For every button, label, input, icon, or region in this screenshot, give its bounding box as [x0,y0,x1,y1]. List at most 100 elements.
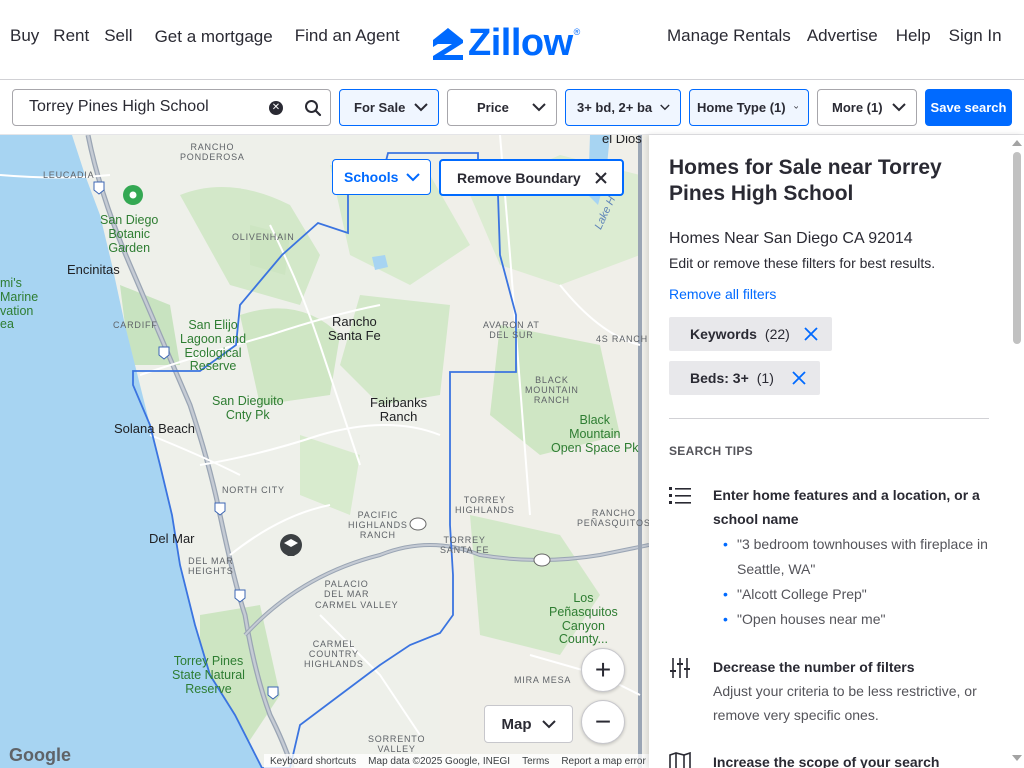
map-label-torrey-santa-fe: TORREY SANTA FE [440,535,490,555]
zoom-out-button[interactable]: − [581,700,625,744]
chevron-down-icon [660,104,670,111]
chevron-down-icon [793,106,798,109]
chevron-down-icon [406,172,421,181]
map-label-del-mar-heights: DEL MAR HEIGHTS [188,556,234,576]
save-search-button[interactable]: Save search [925,89,1012,126]
nav-sell[interactable]: Sell [104,26,132,46]
chip-label: Keywords [690,326,757,342]
schools-label: Schools [344,169,399,185]
zoom-in-button[interactable]: + [581,648,625,692]
chevron-down-icon [892,103,906,112]
map-label-leucadia: LEUCADIA [43,170,95,180]
map-label-black-mountain-ranch: BLACK MOUNTAIN RANCH [525,375,579,405]
home-type-filter[interactable]: Home Type (1) [689,89,809,126]
map-label-pacific-highlands: PACIFIC HIGHLANDS RANCH [348,510,408,540]
nav-manage-rentals[interactable]: Manage Rentals [667,26,791,46]
map-label-los-penasquitos: Los Peñasquitos Canyon County... [549,591,618,647]
search-input[interactable] [29,98,259,116]
zillow-logo[interactable]: Zillow ® [432,22,580,65]
tip-examples-list: "3 bedroom townhouses with fireplace in … [723,532,989,632]
tip-title: Enter home features and a location, or a… [713,487,980,527]
list-icon [669,487,691,504]
page-title: Homes for Sale near Torrey Pines High Sc… [669,156,942,205]
map-label-solana-beach: Solana Beach [114,421,195,436]
tip-text: Adjust your criteria to be less restrict… [713,683,977,723]
for-sale-label: For Sale [354,100,406,115]
nav-advertise[interactable]: Advertise [807,26,878,46]
nav-help[interactable]: Help [896,26,931,46]
map-label-botanic-garden: San Diego Botanic Garden [100,213,159,255]
remove-all-filters-link[interactable]: Remove all filters [669,286,776,302]
search-icon[interactable] [304,99,322,117]
nav-find-an-agent[interactable]: Find an Agent [295,26,400,46]
map-label-torrey-pines-reserve: Torrey Pines State Natural Reserve [172,654,245,696]
map-label-north-city: NORTH CITY [222,485,285,495]
map-label-palacio-del-mar: PALACIO DEL MAR [324,579,370,599]
nav-rent[interactable]: Rent [53,26,89,46]
nav-left: Buy Rent Sell Get a mortgage Find an Age… [10,26,400,46]
clear-icon[interactable]: ✕ [269,101,283,115]
map-label-cardiff: CARDIFF [113,320,158,330]
close-icon [594,171,607,184]
google-logo: Google [9,745,71,765]
more-filter[interactable]: More (1) [817,89,917,126]
map-label-rancho-penasquitos: RANCHO PEÑASQUITOS [577,508,649,528]
beds-baths-label: 3+ bd, 2+ ba [577,100,653,115]
map-label-black-mountain-pk: Black Mountain Open Space Pk [551,413,639,455]
scroll-down-arrow[interactable] [1012,755,1022,761]
top-navigation: Buy Rent Sell Get a mortgage Find an Age… [0,0,1024,80]
map-label-carmel-country: CARMEL COUNTRY HIGHLANDS [304,639,364,669]
remove-boundary-button[interactable]: Remove Boundary [439,159,624,196]
map-label-encinitas: Encinitas [67,262,120,277]
map-label-marine-reserve: mi's Marine vation ea [0,276,39,332]
chip-count: (1) [756,370,774,386]
more-label: More (1) [832,100,883,115]
map-label-san-elijo: San Elijo Lagoon and Ecological Reserve [180,318,247,374]
scroll-thumb[interactable] [1013,152,1021,344]
map-label-del-mar: Del Mar [149,531,195,546]
registered-mark: ® [573,26,581,37]
nav-buy[interactable]: Buy [10,26,39,46]
filter-chip-keywords[interactable]: Keywords (22) [669,317,832,351]
map-label-sorrento-valley: SORRENTO VALLEY [368,734,426,754]
map-label-carmel-valley: CARMEL VALLEY [315,600,399,610]
chip-count: (22) [764,326,790,342]
zillow-logo-icon [433,27,463,60]
report-map-error-link[interactable]: Report a map error [561,756,645,767]
for-sale-filter[interactable]: For Sale [339,89,439,126]
filter-chip-beds[interactable]: Beds: 3+ (1) [669,361,820,395]
map-label-avaron: AVARON AT DEL SUR [483,320,540,340]
chevron-down-icon [414,103,428,112]
map-view-toggle[interactable]: Map [484,705,573,743]
tip-example: "Alcott College Prep" [723,582,989,607]
nav-get-a-mortgage[interactable]: Get a mortgage [155,27,273,47]
terms-link[interactable]: Terms [522,756,549,767]
chevron-down-icon [541,719,556,728]
home-type-label: Home Type (1) [697,100,786,115]
scroll-up-arrow[interactable] [1012,140,1022,146]
map-label-san-dieguito: San Dieguito Cnty Pk [212,394,284,422]
map-attribution: Keyboard shortcuts Map data ©2025 Google… [264,754,649,768]
price-filter[interactable]: Price [447,89,557,126]
map-icon [669,752,691,768]
logo-text: Zillow [468,22,573,64]
map-label-rancho-santa-fe: Rancho Santa Fe [328,314,381,344]
map-label-torrey-highlands: TORREY HIGHLANDS [455,495,515,515]
results-hint: Edit or remove these filters for best re… [669,255,936,271]
map[interactable]: LEUCADIA RANCHO PONDEROSA San Diego Bota… [0,135,649,768]
close-icon[interactable] [792,371,806,385]
close-icon[interactable] [804,327,818,341]
nav-sign-in[interactable]: Sign In [949,26,1002,46]
keyboard-shortcuts-link[interactable]: Keyboard shortcuts [270,756,356,767]
map-label-olivenhain: OLIVENHAIN [232,232,295,242]
price-label: Price [477,100,509,115]
sliders-icon [670,658,690,678]
search-filter-bar: ✕ For Sale Price 3+ bd, 2+ ba Home Type … [0,80,1024,135]
chip-label: Beds: 3+ [690,370,749,386]
beds-baths-filter[interactable]: 3+ bd, 2+ ba [565,89,681,126]
schools-button[interactable]: Schools [332,159,431,195]
map-label-4s-ranch: 4S RANCH [596,334,648,344]
map-label-fairbanks-ranch: Fairbanks Ranch [370,395,428,425]
tip-title: Increase the scope of your search [713,754,940,768]
search-tips-heading: SEARCH TIPS [669,444,753,458]
